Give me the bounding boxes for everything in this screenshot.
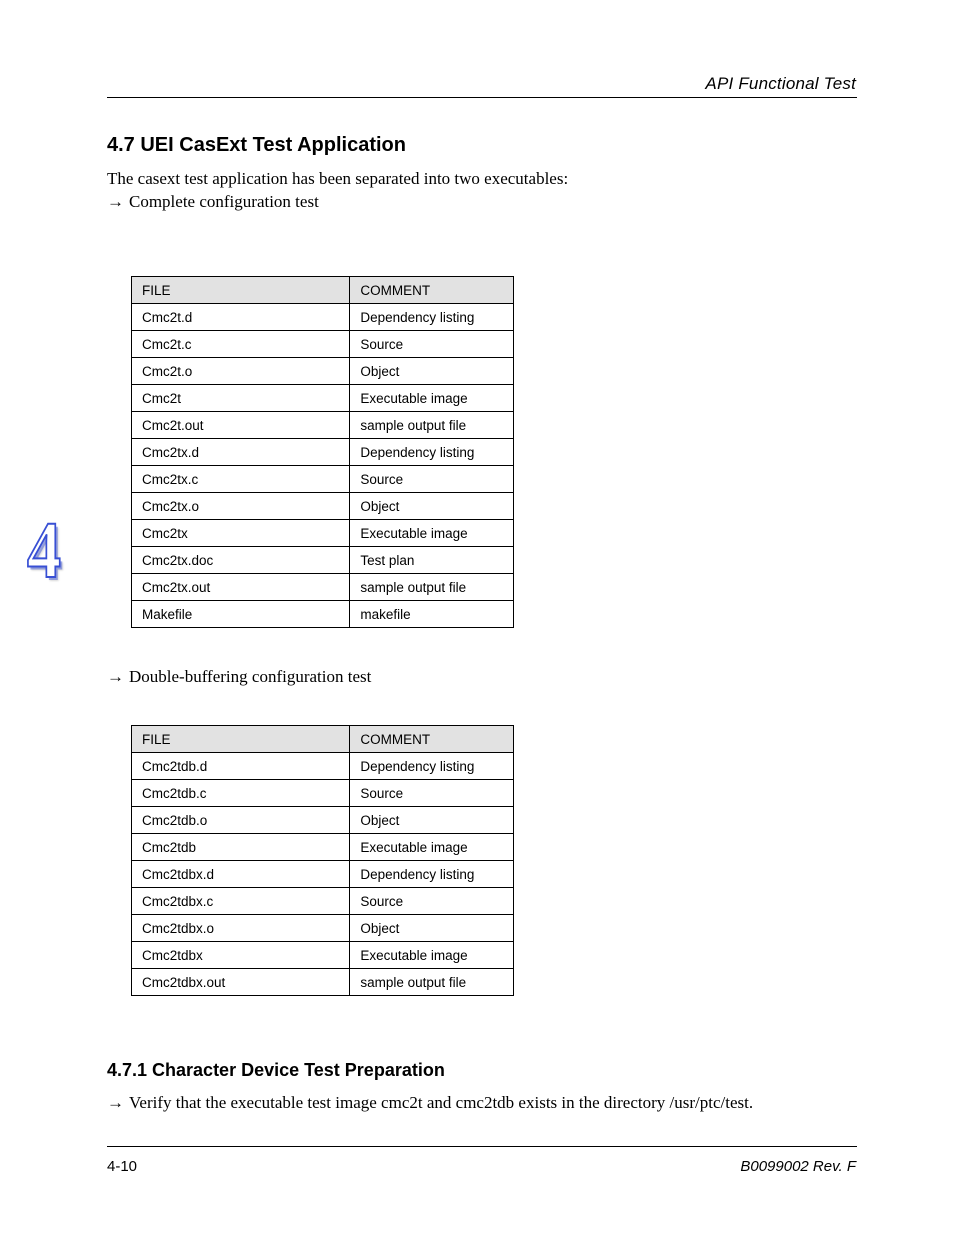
table-complete-config-files: FILE COMMENT Cmc2t.dDependency listingCm… — [131, 276, 514, 628]
table-row: Cmc2tdb.dDependency listing — [132, 753, 514, 780]
arrow-right-icon: → — [107, 1092, 129, 1114]
table-cell: Cmc2tx.d — [132, 439, 350, 466]
table-row: Cmc2tx.dDependency listing — [132, 439, 514, 466]
table-cell: Dependency listing — [350, 304, 514, 331]
table-cell: Executable image — [350, 385, 514, 412]
page-number: 4-10 — [107, 1158, 137, 1175]
arrow-right-icon: → — [107, 666, 129, 688]
table-cell: Test plan — [350, 547, 514, 574]
table-row: Cmc2tdbExecutable image — [132, 834, 514, 861]
bullet-text: Complete configuration test — [129, 192, 319, 211]
table-row: Cmc2txExecutable image — [132, 520, 514, 547]
table-cell: Object — [350, 493, 514, 520]
table-header-row: FILE COMMENT — [132, 726, 514, 753]
table-cell: sample output file — [350, 412, 514, 439]
table-row: Cmc2tdbx.oObject — [132, 915, 514, 942]
col-header-file: FILE — [132, 726, 350, 753]
table-cell: Cmc2tdbx.c — [132, 888, 350, 915]
table-cell: Cmc2t.o — [132, 358, 350, 385]
table-row: Cmc2tdbx.cSource — [132, 888, 514, 915]
table-cell: Cmc2tdb.o — [132, 807, 350, 834]
table-cell: Cmc2tdbx.d — [132, 861, 350, 888]
prep-step: →Verify that the executable test image c… — [107, 1092, 851, 1114]
table-row: Cmc2tx.oObject — [132, 493, 514, 520]
table-cell: Dependency listing — [350, 439, 514, 466]
table-cell: Executable image — [350, 942, 514, 969]
table-cell: Source — [350, 780, 514, 807]
table-cell: Object — [350, 807, 514, 834]
table-cell: Dependency listing — [350, 753, 514, 780]
table-cell: makefile — [350, 601, 514, 628]
table-cell: Object — [350, 358, 514, 385]
prep-step-text: Verify that the executable test image cm… — [129, 1093, 753, 1112]
table-cell: Cmc2tx.c — [132, 466, 350, 493]
table-cell: Source — [350, 331, 514, 358]
table-cell: Source — [350, 888, 514, 915]
table-row: Cmc2tdbx.outsample output file — [132, 969, 514, 996]
section-heading-uei-casext: 4.7 UEI CasExt Test Application — [107, 134, 406, 157]
bullet-text: Double-buffering configuration test — [129, 667, 371, 686]
table-header-row: FILE COMMENT — [132, 277, 514, 304]
col-header-comment: COMMENT — [350, 726, 514, 753]
table-cell: Cmc2tx.o — [132, 493, 350, 520]
col-header-comment: COMMENT — [350, 277, 514, 304]
table-cell: Cmc2tdb.d — [132, 753, 350, 780]
table-double-buffer-files: FILE COMMENT Cmc2tdb.dDependency listing… — [131, 725, 514, 996]
table-cell: Dependency listing — [350, 861, 514, 888]
header-rule — [107, 97, 857, 98]
table-row: Cmc2tx.cSource — [132, 466, 514, 493]
table-row: Cmc2tx.docTest plan — [132, 547, 514, 574]
table-row: Cmc2tx.outsample output file — [132, 574, 514, 601]
table-cell: Executable image — [350, 520, 514, 547]
table-cell: Cmc2tx — [132, 520, 350, 547]
footer-rule — [107, 1146, 857, 1147]
table-cell: Object — [350, 915, 514, 942]
table-cell: Cmc2t.out — [132, 412, 350, 439]
table-cell: Executable image — [350, 834, 514, 861]
table-cell: Cmc2t — [132, 385, 350, 412]
chapter-number-ornament: 4 — [27, 511, 68, 591]
table-cell: Cmc2tdb.c — [132, 780, 350, 807]
table-row: Cmc2tdbxExecutable image — [132, 942, 514, 969]
table-cell: sample output file — [350, 969, 514, 996]
table-cell: Cmc2tdbx.out — [132, 969, 350, 996]
table-cell: Cmc2tdb — [132, 834, 350, 861]
table-cell: sample output file — [350, 574, 514, 601]
table-row: Cmc2t.outsample output file — [132, 412, 514, 439]
doc-revision: B0099002 Rev. F — [740, 1158, 856, 1175]
table-row: Makefilemakefile — [132, 601, 514, 628]
bullet-complete-config-test: →Complete configuration test — [107, 191, 851, 213]
table-row: Cmc2tdbx.dDependency listing — [132, 861, 514, 888]
table-cell: Cmc2tx.doc — [132, 547, 350, 574]
table-cell: Cmc2tdbx — [132, 942, 350, 969]
table-cell: Makefile — [132, 601, 350, 628]
intro-paragraph: The casext test application has been sep… — [107, 168, 851, 190]
table-cell: Cmc2t.c — [132, 331, 350, 358]
table-cell: Cmc2tx.out — [132, 574, 350, 601]
table-cell: Cmc2tdbx.o — [132, 915, 350, 942]
table-cell: Cmc2t.d — [132, 304, 350, 331]
table-cell: Source — [350, 466, 514, 493]
table-row: Cmc2t.cSource — [132, 331, 514, 358]
bullet-double-buffer-test: →Double-buffering configuration test — [107, 666, 851, 688]
section-heading-char-dev-prep: 4.7.1 Character Device Test Preparation — [107, 1060, 445, 1081]
table-row: Cmc2tdb.cSource — [132, 780, 514, 807]
col-header-file: FILE — [132, 277, 350, 304]
table-row: Cmc2tExecutable image — [132, 385, 514, 412]
arrow-right-icon: → — [107, 191, 129, 213]
page-header-title: API Functional Test — [705, 74, 856, 94]
table-row: Cmc2tdb.oObject — [132, 807, 514, 834]
table-row: Cmc2t.dDependency listing — [132, 304, 514, 331]
table-row: Cmc2t.oObject — [132, 358, 514, 385]
